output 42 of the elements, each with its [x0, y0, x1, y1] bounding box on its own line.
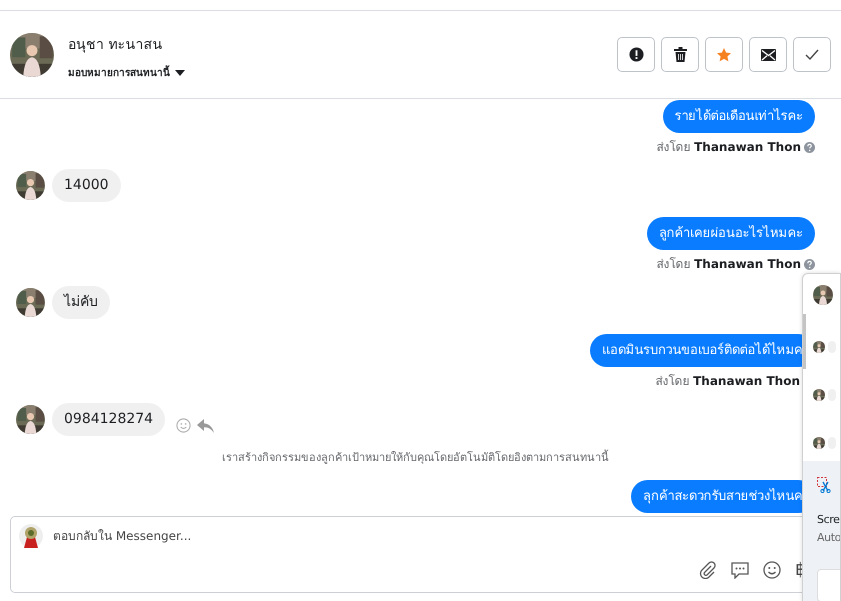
help-icon[interactable]	[804, 258, 815, 270]
sender-label: ส่งโดย Thanawan Thon	[656, 257, 801, 271]
message-bubble: 14000	[52, 169, 121, 202]
avatar	[19, 524, 43, 548]
star-button[interactable]	[705, 37, 743, 72]
scissors-icon	[817, 477, 831, 493]
notification-text: Auto	[817, 531, 840, 545]
avatar	[16, 288, 45, 317]
avatar	[813, 389, 825, 401]
emoji-icon[interactable]	[763, 561, 782, 579]
sender-label: ส่งโดย Thanawan Thon	[656, 140, 801, 154]
avatar	[813, 437, 825, 449]
checkmark-icon	[805, 49, 819, 60]
report-button[interactable]	[617, 37, 655, 72]
avatar	[813, 285, 833, 305]
message-bubble: ลูกค้าเคยผ่อนอะไรไหมคะ	[646, 217, 815, 250]
notification-title: Scre	[817, 513, 840, 527]
trash-icon	[674, 47, 686, 62]
smiley-icon[interactable]	[176, 418, 192, 433]
paperclip-icon[interactable]	[699, 561, 718, 579]
done-button[interactable]	[793, 37, 831, 72]
avatar	[813, 341, 825, 353]
assign-dropdown[interactable]: มอบหมายการสนทนานี้	[68, 65, 185, 80]
mark-unread-button[interactable]	[749, 37, 787, 72]
system-notice: เราสร้างกิจกรรมของลูกค้าเป้าหมายให้กับคุณโดยอัตโนมัติโดยอิงตามการสนทนานี้	[222, 451, 609, 464]
avatar	[16, 171, 45, 200]
alert-icon	[628, 47, 644, 62]
avatar	[16, 405, 45, 434]
caret-icon	[175, 70, 185, 76]
avatar	[10, 32, 54, 76]
envelope-icon	[760, 48, 776, 60]
message-bubble: 0984128274	[52, 403, 166, 436]
message-bubble: รายได้ต่อเดือนเท่าไรคะ	[662, 100, 815, 133]
message-bubble: ไม่คับ	[52, 286, 110, 319]
reply-icon[interactable]	[197, 418, 214, 432]
chat-icon[interactable]	[731, 562, 750, 578]
contact-name: อนุชา ทะนาสน	[68, 36, 164, 55]
delete-button[interactable]	[661, 37, 699, 72]
star-icon	[716, 46, 732, 62]
sender-label: ส่งโดย Thanawan Thon	[655, 374, 800, 388]
help-icon[interactable]	[804, 142, 815, 152]
scrollbar[interactable]	[803, 314, 806, 369]
